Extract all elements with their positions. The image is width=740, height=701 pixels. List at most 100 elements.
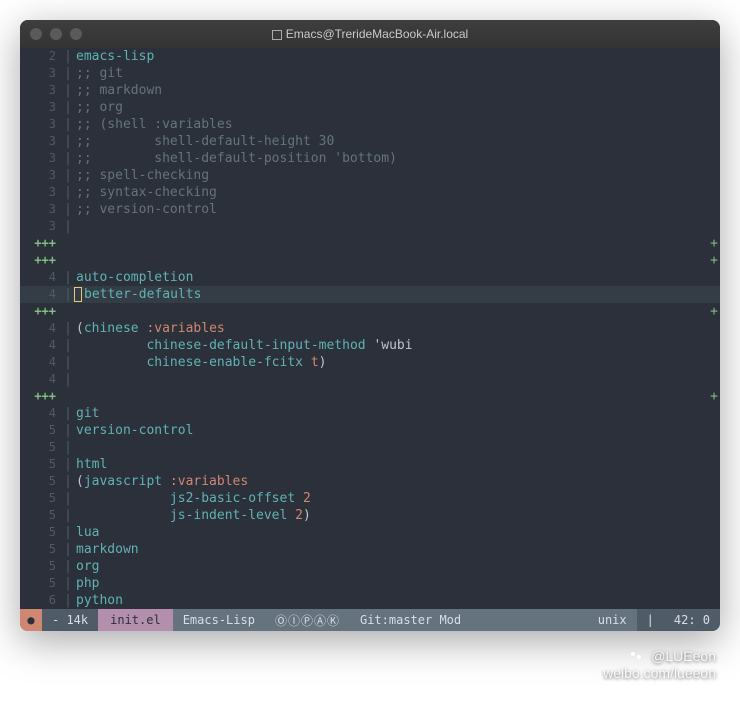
code-content[interactable]: js-indent-level 2) (74, 507, 720, 524)
code-line[interactable]: 3|;; markdown (20, 82, 720, 99)
code-line[interactable]: 2|emacs-lisp (20, 48, 720, 65)
code-line[interactable]: ++++ (20, 388, 720, 405)
code-content[interactable]: auto-completion (74, 269, 720, 286)
code-line[interactable]: ++++ (20, 235, 720, 252)
code-content[interactable]: markdown (74, 541, 720, 558)
vcs-status[interactable]: Git:master Mod (350, 609, 471, 631)
code-content[interactable]: js2-basic-offset 2 (74, 490, 720, 507)
line-number: 5 (20, 490, 62, 507)
code-line[interactable]: 5|html (20, 456, 720, 473)
line-number: 3 (20, 82, 62, 99)
code-line[interactable]: 6|python (20, 592, 720, 609)
code-content[interactable] (74, 439, 720, 456)
code-line[interactable]: 4|better-defaults (20, 286, 720, 303)
gutter-separator: | (62, 592, 74, 609)
watermark-site: weibo.com/lueeon (603, 665, 716, 681)
line-number: 5 (20, 558, 62, 575)
code-editor[interactable]: 2|emacs-lisp3|;; git3|;; markdown3|;; or… (20, 48, 720, 609)
line-number: 3 (20, 167, 62, 184)
gutter-separator: | (62, 133, 74, 150)
code-line[interactable]: 3|;; version-control (20, 201, 720, 218)
code-content[interactable]: git (74, 405, 720, 422)
gutter-separator: | (62, 439, 74, 456)
code-content[interactable]: chinese-default-input-method 'wubi (74, 337, 720, 354)
gutter-separator: | (62, 473, 74, 490)
line-number: 3 (20, 184, 62, 201)
gutter-separator: | (62, 218, 74, 235)
gutter-separator: | (62, 269, 74, 286)
code-line[interactable]: 5|(javascript :variables (20, 473, 720, 490)
code-content[interactable]: (javascript :variables (74, 473, 720, 490)
code-line[interactable]: 5|version-control (20, 422, 720, 439)
code-line[interactable]: 5|lua (20, 524, 720, 541)
diff-added-marker: + (708, 388, 720, 405)
warning-icon: ● (27, 613, 34, 627)
code-line[interactable]: 5| js2-basic-offset 2 (20, 490, 720, 507)
document-icon (272, 30, 282, 40)
line-number: 3 (20, 201, 62, 218)
modeline-indicators: ⓄⒾⓅⒶⓀ (265, 609, 350, 631)
code-content[interactable]: ;; version-control (74, 201, 720, 218)
major-mode[interactable]: Emacs-Lisp (173, 609, 265, 631)
code-content[interactable] (74, 303, 708, 320)
code-content[interactable] (74, 371, 720, 388)
code-content[interactable] (74, 388, 708, 405)
code-line[interactable]: 3|;; shell-default-position 'bottom) (20, 150, 720, 167)
code-content[interactable]: python (74, 592, 720, 609)
line-number: 4 (20, 405, 62, 422)
code-line[interactable]: 3|;; org (20, 99, 720, 116)
code-content[interactable]: ;; git (74, 65, 720, 82)
line-number: 4 (20, 320, 62, 337)
code-content[interactable]: ;; org (74, 99, 720, 116)
code-line[interactable]: 4| (20, 371, 720, 388)
code-line[interactable]: 3|;; (shell :variables (20, 116, 720, 133)
code-line[interactable]: 4| chinese-default-input-method 'wubi (20, 337, 720, 354)
code-content[interactable]: org (74, 558, 720, 575)
code-content[interactable] (74, 218, 720, 235)
buffer-filename[interactable]: init.el (98, 609, 173, 631)
code-content[interactable]: emacs-lisp (74, 48, 720, 65)
gutter-separator: | (62, 490, 74, 507)
code-content[interactable]: ;; syntax-checking (74, 184, 720, 201)
diff-added-marker: + (708, 303, 720, 320)
code-content[interactable]: html (74, 456, 720, 473)
code-content[interactable]: ;; shell-default-height 30 (74, 133, 720, 150)
cursor-position: 42: 0 (664, 609, 720, 631)
code-line[interactable]: 5| js-indent-level 2) (20, 507, 720, 524)
code-line[interactable]: 3|;; syntax-checking (20, 184, 720, 201)
code-line[interactable]: 4| chinese-enable-fcitx t) (20, 354, 720, 371)
code-content[interactable]: version-control (74, 422, 720, 439)
code-line[interactable]: 5| (20, 439, 720, 456)
code-content[interactable]: ;; markdown (74, 82, 720, 99)
code-line[interactable]: 3| (20, 218, 720, 235)
code-content[interactable]: ;; shell-default-position 'bottom) (74, 150, 720, 167)
line-number: 3 (20, 150, 62, 167)
code-content[interactable] (74, 252, 708, 269)
line-number: 5 (20, 439, 62, 456)
code-content[interactable]: (chinese :variables (74, 320, 720, 337)
warning-indicator[interactable]: ● (20, 609, 42, 631)
titlebar[interactable]: Emacs@TrerideMacBook-Air.local (20, 20, 720, 48)
code-line[interactable]: 4|(chinese :variables (20, 320, 720, 337)
code-line[interactable]: 3|;; git (20, 65, 720, 82)
code-line[interactable]: ++++ (20, 303, 720, 320)
code-line[interactable]: 5|markdown (20, 541, 720, 558)
code-line[interactable]: 5|org (20, 558, 720, 575)
diff-added-marker: + (708, 252, 720, 269)
code-line[interactable]: ++++ (20, 252, 720, 269)
code-line[interactable]: 4|auto-completion (20, 269, 720, 286)
code-content[interactable]: better-defaults (82, 286, 720, 303)
code-content[interactable]: php (74, 575, 720, 592)
code-content[interactable]: lua (74, 524, 720, 541)
modeline: ● - 14k init.el Emacs-Lisp ⓄⒾⓅⒶⓀ Git:mas… (20, 609, 720, 631)
code-line[interactable]: 3|;; shell-default-height 30 (20, 133, 720, 150)
line-number: +++ (20, 388, 62, 405)
code-line[interactable]: 4|git (20, 405, 720, 422)
watermark-handle: @LUEeon (651, 648, 716, 664)
code-content[interactable] (74, 235, 708, 252)
code-line[interactable]: 3|;; spell-checking (20, 167, 720, 184)
code-content[interactable]: ;; (shell :variables (74, 116, 720, 133)
code-content[interactable]: ;; spell-checking (74, 167, 720, 184)
code-content[interactable]: chinese-enable-fcitx t) (74, 354, 720, 371)
code-line[interactable]: 5|php (20, 575, 720, 592)
